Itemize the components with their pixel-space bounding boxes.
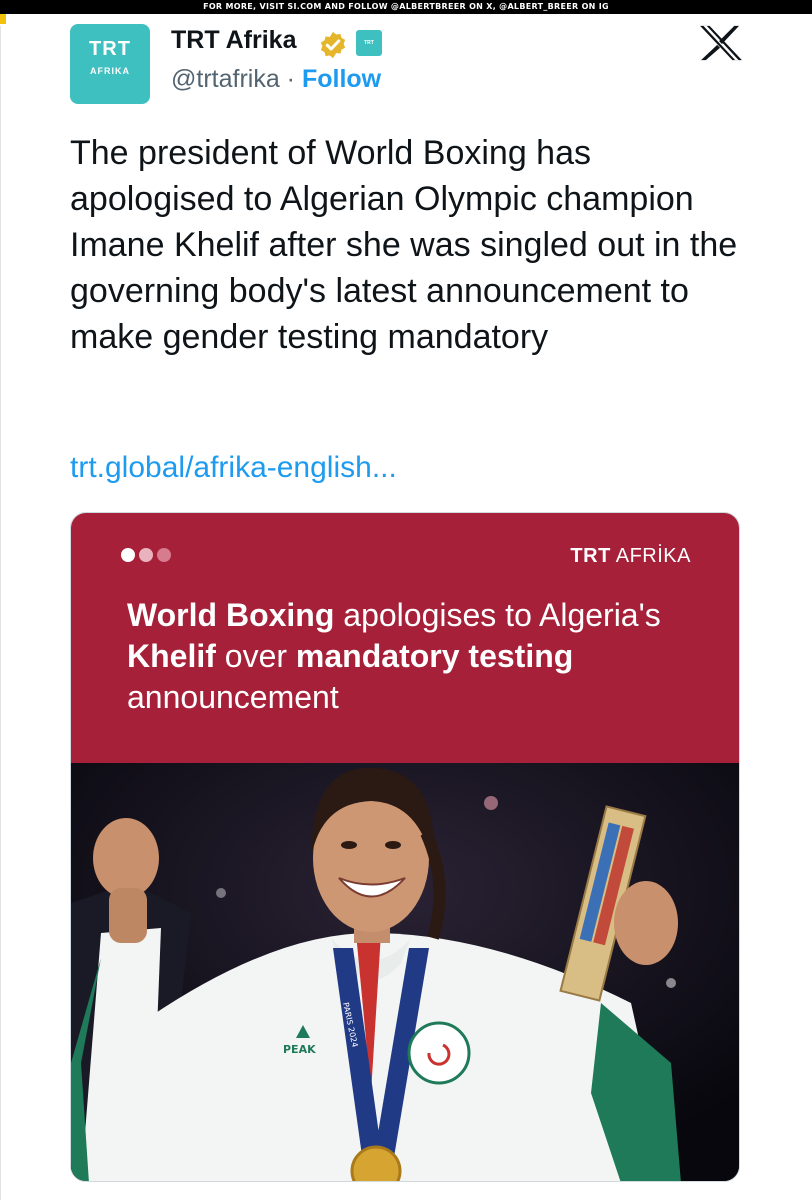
link-card[interactable]: TRT AFRİKA World Boxing apologises to Al… xyxy=(70,512,740,1182)
tweet-link[interactable]: trt.global/afrika-english... xyxy=(70,448,397,488)
card-headline: World Boxing apologises to Algeria's Khe… xyxy=(127,595,707,718)
card-banner: TRT AFRİKA World Boxing apologises to Al… xyxy=(71,513,739,763)
headline-part-3: Khelif xyxy=(127,638,216,674)
card-brand-rest: AFRİKA xyxy=(610,545,691,567)
handle[interactable]: @trtafrika xyxy=(171,65,280,93)
trophy-hand xyxy=(614,881,678,965)
yellow-marker xyxy=(0,14,6,24)
raised-fist xyxy=(93,818,159,898)
top-promo-banner: FOR MORE, VISIT SI.COM AND FOLLOW @ALBER… xyxy=(0,0,812,14)
account-name[interactable]: TRT Afrika xyxy=(171,24,296,56)
x-logo-icon[interactable] xyxy=(698,24,744,62)
left-eye xyxy=(341,841,357,849)
dot-3 xyxy=(157,548,171,562)
card-brand: TRT AFRİKA xyxy=(570,545,691,568)
dot-1 xyxy=(121,548,135,562)
verified-badge-icon xyxy=(320,31,346,59)
headline-part-4: over xyxy=(215,638,296,674)
left-divider xyxy=(0,26,1,1200)
avatar[interactable]: TRT AFRIKA xyxy=(70,24,150,104)
handle-separator: · xyxy=(279,65,302,93)
follow-button[interactable]: Follow xyxy=(302,65,381,93)
card-photo: PARIS 2024 PEAK xyxy=(71,763,739,1181)
peak-logo-text: PEAK xyxy=(283,1043,316,1056)
gold-medal xyxy=(350,1145,402,1181)
dots-icon xyxy=(121,548,175,567)
avatar-line-1: TRT xyxy=(89,38,131,60)
headline-part-2: apologises to Algeria's xyxy=(334,597,661,633)
raised-forearm xyxy=(109,888,147,943)
tweet-text: The president of World Boxing has apolog… xyxy=(70,134,738,356)
right-eye xyxy=(385,841,401,849)
handle-row: @trtafrika · Follow xyxy=(171,64,381,94)
affiliate-badge[interactable]: TRT WORLD xyxy=(356,30,382,72)
card-brand-bold: TRT xyxy=(570,545,611,567)
headline-part-5: mandatory testing xyxy=(295,638,574,674)
headline-part-1: World Boxing xyxy=(127,597,335,633)
headline-part-6: announcement xyxy=(127,679,339,715)
avatar-line-2: AFRIKA xyxy=(90,66,130,76)
chest-emblem xyxy=(407,1021,471,1085)
dot-2 xyxy=(139,548,153,562)
